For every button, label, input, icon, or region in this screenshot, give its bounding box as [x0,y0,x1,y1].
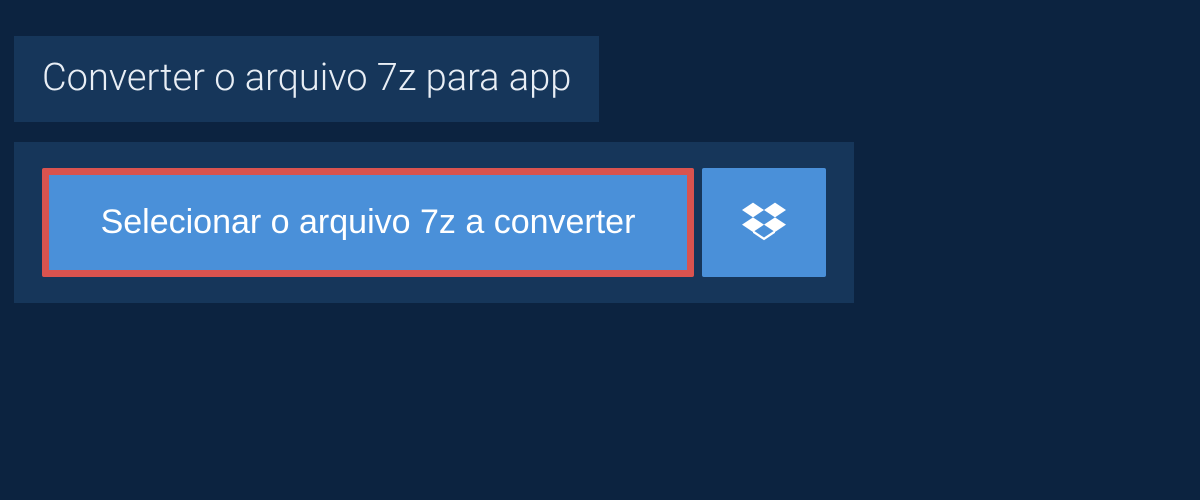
select-file-button[interactable]: Selecionar o arquivo 7z a converter [42,168,694,277]
upload-panel: Selecionar o arquivo 7z a converter [14,142,854,303]
dropbox-button[interactable] [702,168,826,277]
page-title: Converter o arquivo 7z para app [14,36,599,122]
dropbox-icon [742,199,786,246]
